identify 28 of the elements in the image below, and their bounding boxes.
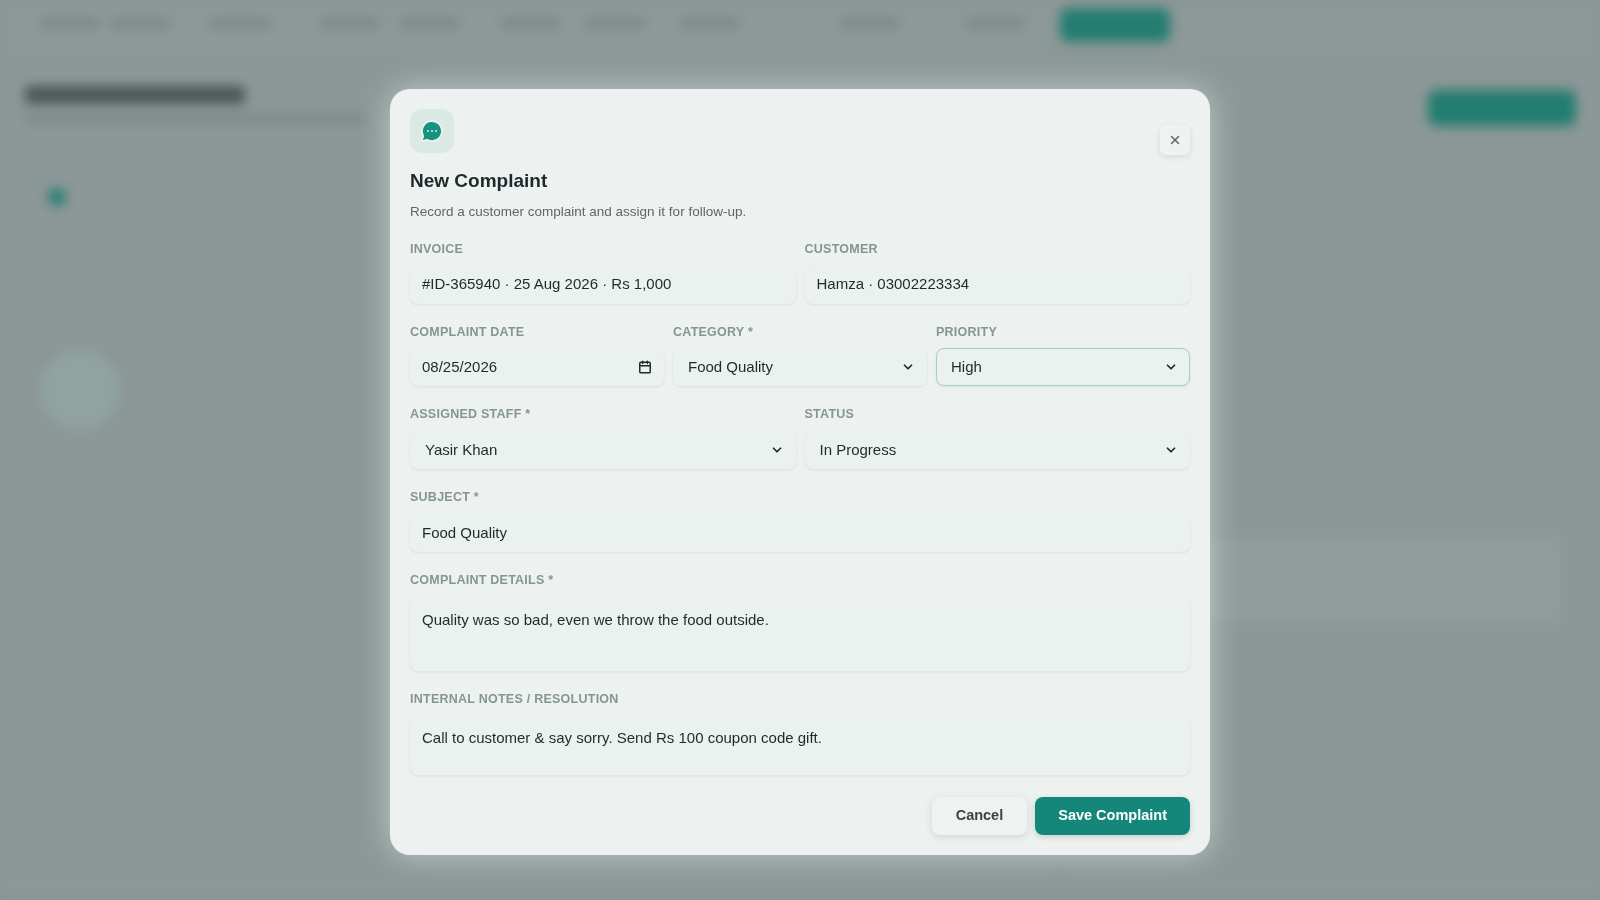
field-label: COMPLAINT DATE — [410, 323, 526, 341]
date-field[interactable]: 08/25/2026 — [410, 348, 664, 387]
field-label: CUSTOMER — [804, 240, 879, 258]
calendar-icon — [638, 360, 652, 375]
dialog-title: New Complaint — [410, 169, 549, 193]
input-field[interactable]: #ID-365940 · 25 Aug 2026 · Rs 1,000 — [410, 265, 796, 304]
cancel-button[interactable]: Cancel — [931, 797, 1028, 836]
select-field[interactable]: High — [936, 348, 1190, 387]
chat-icon — [410, 109, 454, 153]
close-button[interactable] — [1160, 125, 1190, 155]
field-label: INTERNAL NOTES / RESOLUTION — [410, 690, 620, 708]
field-label: INVOICE — [410, 240, 465, 258]
input-field[interactable]: Hamza · 03002223334 — [804, 265, 1190, 304]
select-field[interactable]: Food Quality — [673, 348, 927, 387]
text-area[interactable]: Quality was so bad, even we throw the food outside. — [410, 596, 1190, 671]
field-label: STATUS — [804, 406, 856, 424]
field-label: COMPLAINT DETAILS * — [410, 571, 555, 589]
text-area[interactable]: Call to customer & say sorry. Send Rs 100 coupon code gift. — [410, 715, 1190, 776]
field-label: CATEGORY * — [673, 323, 755, 341]
input-field[interactable]: Food Quality — [410, 513, 1190, 552]
field-label: PRIORITY — [936, 323, 999, 341]
close-icon — [1168, 133, 1182, 147]
select-field[interactable]: In Progress — [804, 431, 1190, 469]
select-field[interactable]: Yasir Khan — [410, 431, 796, 469]
field-label: SUBJECT * — [410, 489, 480, 506]
field-label: ASSIGNED STAFF * — [410, 406, 532, 424]
dialog-subtitle: Record a customer complaint and assign it for follow-up. — [410, 202, 748, 221]
save-button[interactable]: Save Complaint — [1035, 797, 1190, 836]
